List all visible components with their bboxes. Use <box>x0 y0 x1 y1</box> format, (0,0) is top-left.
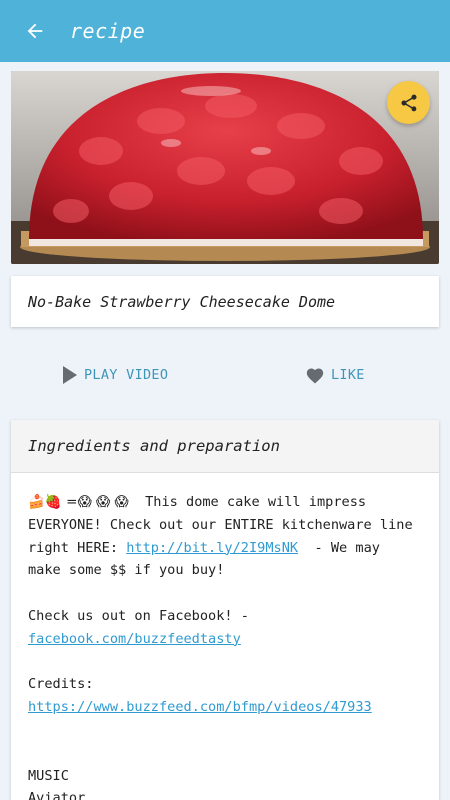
emoji-sequence: 🍰🍓 =😱 😱 😱 <box>28 494 129 510</box>
facebook-text: Check us out on Facebook! - <box>28 607 249 624</box>
app-bar: recipe <box>0 0 450 62</box>
app-bar-title: recipe <box>70 19 146 43</box>
arrow-left-icon <box>27 23 43 39</box>
ingredients-body: 🍰🍓 =😱 😱 😱 This dome cake will impress EV… <box>11 473 439 800</box>
like-button[interactable]: LIKE <box>305 360 365 390</box>
share-icon <box>401 94 416 111</box>
facebook-link[interactable]: facebook.com/buzzfeedtasty <box>28 631 241 647</box>
recipe-image <box>11 71 439 264</box>
ingredients-card: Ingredients and preparation 🍰🍓 =😱 😱 😱 Th… <box>11 420 439 800</box>
description-line-2: EVERYONE! Check out our ENTIRE kitchenwa… <box>28 516 413 533</box>
credits-link[interactable]: https://www.buzzfeed.com/bfmp/videos/479… <box>28 699 372 715</box>
recipe-title-card: No-Bake Strawberry Cheesecake Dome <box>11 276 439 327</box>
music-label: MUSIC <box>28 767 69 784</box>
credits-label: Credits: <box>28 676 94 693</box>
ingredients-title: Ingredients and preparation <box>28 437 280 455</box>
like-label: LIKE <box>331 367 365 383</box>
recipe-title: No-Bake Strawberry Cheesecake Dome <box>28 292 336 311</box>
description-line-1: 🍰🍓 =😱 😱 😱 This dome cake will impress <box>28 494 367 510</box>
description-line-4: make some $$ if you buy! <box>28 562 225 579</box>
play-video-button[interactable]: PLAY VIDEO <box>62 360 168 390</box>
music-track: Aviator <box>28 790 86 800</box>
play-video-label: PLAY VIDEO <box>84 367 169 383</box>
shop-link[interactable]: http://bit.ly/2I9MsNK <box>126 540 298 556</box>
share-button[interactable] <box>387 81 430 124</box>
description-line-3: right HERE: http://bit.ly/2I9MsNK - We m… <box>28 539 380 556</box>
back-button[interactable] <box>0 0 70 62</box>
heart-icon <box>306 368 324 384</box>
ingredients-header: Ingredients and preparation <box>11 420 439 473</box>
play-icon <box>63 366 77 384</box>
